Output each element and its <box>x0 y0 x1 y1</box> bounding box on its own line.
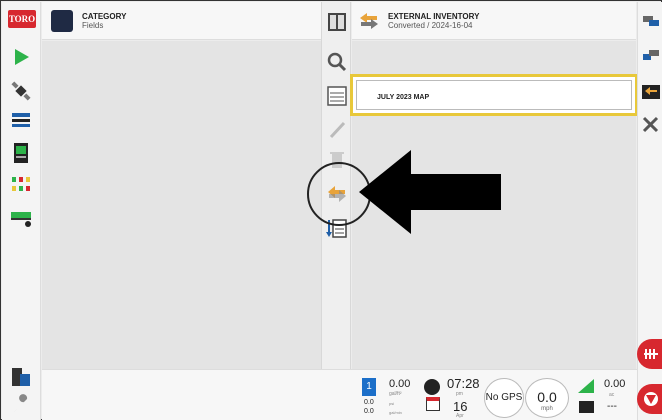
pointer-arrow-icon <box>359 150 501 234</box>
split-view-icon[interactable] <box>325 10 349 34</box>
sprayer-nozzles-icon[interactable] <box>10 174 32 196</box>
area-value: 0.00 <box>604 378 626 390</box>
speed-value: 0.0 <box>537 389 557 405</box>
list-item-label: JULY 2023 MAP <box>377 94 430 101</box>
clock-time: 07:28 <box>447 376 480 391</box>
rate-value: 0.00 <box>389 378 411 390</box>
console-icon[interactable] <box>10 142 32 164</box>
category-icon <box>51 10 73 32</box>
edit-icon[interactable] <box>325 118 349 142</box>
calendar-icon <box>426 397 440 411</box>
export-icon[interactable] <box>641 46 661 66</box>
app-window: TORO CATEGORY Fields EXTERNAL INVENTORY … <box>0 0 662 420</box>
counter-value: --- <box>607 401 617 412</box>
tools-icon[interactable] <box>641 114 661 134</box>
toro-button[interactable] <box>637 384 662 414</box>
external-inventory-subtitle: Converted / 2024-16-04 <box>388 21 473 30</box>
external-inventory-icon <box>360 13 378 29</box>
clock-icon <box>424 379 440 395</box>
boom-sections-button[interactable] <box>637 339 662 369</box>
category-subtitle: Fields <box>82 21 104 30</box>
external-inventory-title: EXTERNAL INVENTORY <box>388 12 480 21</box>
pressure-value: 0.0 <box>364 399 374 406</box>
clock-ampm: pm <box>456 391 463 397</box>
fields-list-panel[interactable] <box>42 41 321 369</box>
rate-channel-badge[interactable]: 1 <box>362 378 376 396</box>
toro-logo: TORO <box>8 10 36 28</box>
counter-icon <box>579 401 594 413</box>
date-month: Apr <box>456 413 464 419</box>
gps-status[interactable]: No GPS <box>484 378 524 418</box>
flow-unit: gal/min <box>389 410 402 415</box>
speed-gauge[interactable]: 0.0 mph <box>525 378 569 418</box>
details-icon[interactable] <box>325 84 349 108</box>
device-stack-icon[interactable] <box>10 366 32 388</box>
external-inventory-header[interactable]: EXTERNAL INVENTORY Converted / 2024-16-0… <box>352 2 636 40</box>
external-inventory-nav-icon[interactable] <box>641 82 661 102</box>
satellite-icon[interactable] <box>10 80 32 102</box>
toro-button-icon <box>644 392 658 406</box>
rate-unit: gal/ft² <box>389 391 402 397</box>
wrench-icon[interactable] <box>10 394 32 416</box>
transfer-icon[interactable] <box>641 10 661 30</box>
area-unit: ac <box>609 392 615 398</box>
category-title: CATEGORY <box>82 12 127 21</box>
search-icon[interactable] <box>325 50 349 74</box>
left-sidebar: TORO <box>2 2 41 420</box>
area-icon <box>578 379 594 393</box>
category-header[interactable]: CATEGORY Fields <box>42 2 321 40</box>
play-icon[interactable] <box>10 46 32 68</box>
speed-unit: mph <box>541 406 553 412</box>
list-item[interactable]: JULY 2023 MAP <box>350 74 638 116</box>
list-item-body: JULY 2023 MAP <box>356 80 632 110</box>
data-list-icon[interactable] <box>10 110 32 132</box>
boom-sections-icon <box>644 349 658 359</box>
flow-value: 0.0 <box>364 408 374 415</box>
date-day: 16 <box>453 399 468 414</box>
implement-icon[interactable] <box>10 206 32 228</box>
pressure-unit: psi <box>389 401 395 406</box>
